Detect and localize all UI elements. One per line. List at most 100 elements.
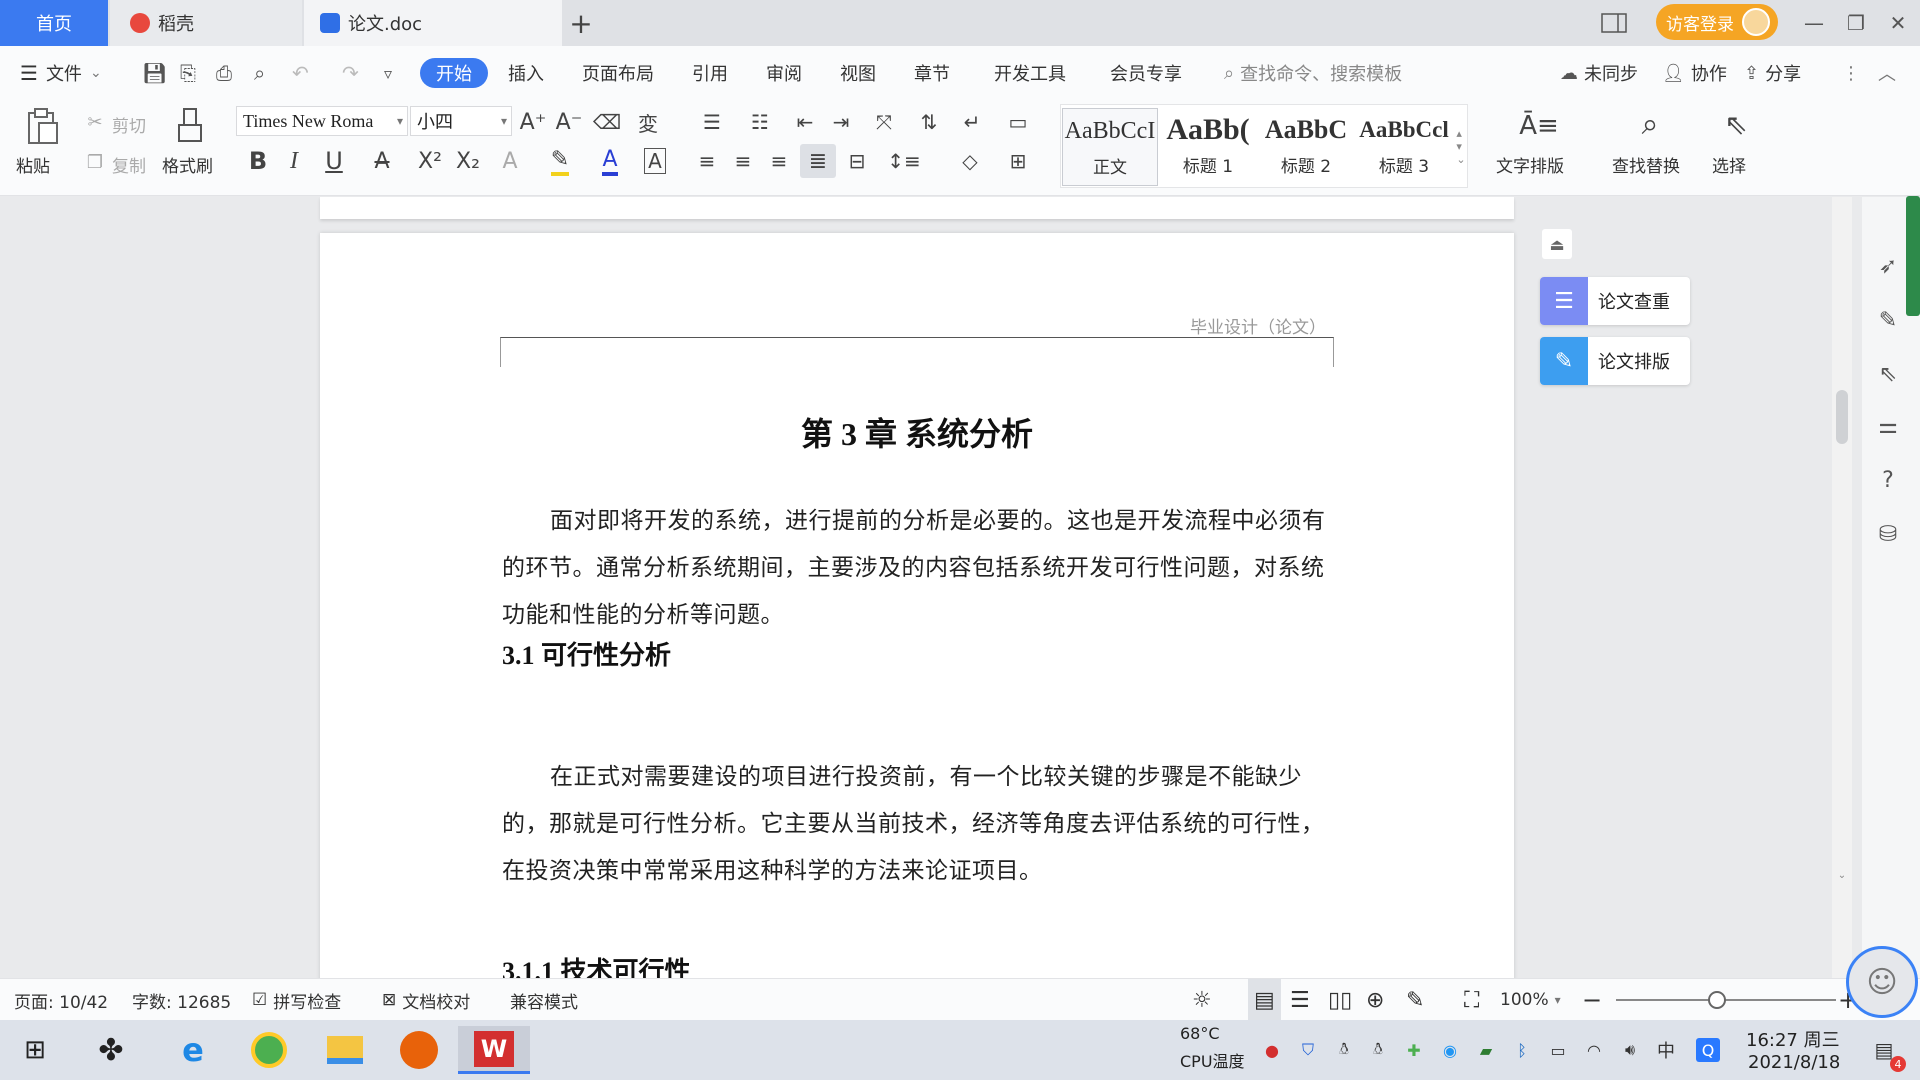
nvidia-icon[interactable]: ▰ <box>1474 1038 1498 1062</box>
search-icon[interactable]: ⌕ <box>1630 104 1670 144</box>
save-icon[interactable]: 💾︎ <box>142 46 167 100</box>
zoom-out-icon[interactable]: − <box>1582 979 1602 1021</box>
redo-icon[interactable]: ↷ <box>342 46 359 100</box>
write-view-icon[interactable]: ✎ <box>1406 979 1424 1021</box>
tray-browser-icon[interactable]: ◉ <box>1438 1038 1462 1062</box>
font-size-select[interactable]: 小四 ▾ <box>410 106 512 136</box>
undo-icon[interactable]: ↶ <box>292 46 309 100</box>
text-effect-icon[interactable]: A <box>490 146 530 176</box>
increase-indent-icon[interactable]: ⇥ <box>826 108 856 136</box>
clock-date[interactable]: 2021/8/18 <box>1748 1052 1840 1073</box>
phonetic-guide-icon[interactable]: 変 <box>628 108 668 136</box>
tray-plus-icon[interactable]: ✚ <box>1402 1038 1426 1062</box>
help-icon[interactable]: ? <box>1872 464 1904 496</box>
export-icon[interactable]: ⎘ <box>180 46 196 100</box>
qq-icon[interactable]: 🐧︎ <box>1366 1038 1390 1062</box>
vertical-scrollbar[interactable] <box>1832 197 1852 978</box>
copy-button[interactable]: 复制 <box>112 152 146 177</box>
text-direction-icon[interactable]: ⤧ <box>864 108 904 136</box>
backup-icon[interactable]: ⛁ <box>1872 518 1904 550</box>
cursor-icon[interactable]: ⇖ <box>1718 104 1754 144</box>
borders-icon[interactable]: ⊞ <box>998 146 1038 176</box>
share-button[interactable]: ⇪ 分享 <box>1744 46 1801 100</box>
style-heading-3[interactable]: AaBbCcl 标题 3 <box>1356 108 1452 186</box>
highlight-icon[interactable]: ✎ <box>540 146 580 176</box>
window-layout-icon[interactable] <box>1594 6 1634 40</box>
collapse-ribbon-icon[interactable]: ︿ <box>1878 46 1896 100</box>
pinwheel-app-icon[interactable]: ✤ <box>84 1026 138 1074</box>
tab-devtools[interactable]: 开发工具 <box>994 46 1066 100</box>
justify-icon[interactable]: ≣ <box>800 144 836 178</box>
close-icon[interactable]: ✕ <box>1878 6 1918 40</box>
security-shield-icon[interactable]: ⛉ <box>1296 1038 1320 1062</box>
tab-chapter[interactable]: 章节 <box>914 46 950 100</box>
unsync-button[interactable]: ☁ 未同步 <box>1560 46 1638 100</box>
tab-page-layout[interactable]: 页面布局 <box>582 46 654 100</box>
line-spacing-icon[interactable]: ↕≡ <box>884 146 924 176</box>
zoom-slider-track[interactable] <box>1616 999 1836 1001</box>
page-indicator[interactable]: 页面: 10/42 <box>14 979 108 1021</box>
clear-format-icon[interactable]: ⌫ <box>592 108 622 136</box>
outline-view-icon[interactable]: ☰ <box>1290 979 1310 1021</box>
visitor-login-button[interactable]: 访客登录 <box>1656 4 1778 40</box>
new-tab-button[interactable]: + <box>566 0 596 46</box>
char-border-icon[interactable]: A <box>640 146 670 176</box>
ruler-icon[interactable]: ▭ <box>1002 108 1034 136</box>
find-replace-button[interactable]: 查找替换 <box>1612 152 1680 177</box>
style-heading-1[interactable]: AaBb( 标题 1 <box>1160 108 1256 186</box>
cut-button[interactable]: 剪切 <box>112 112 146 137</box>
cursor-icon[interactable]: ⇖ <box>1872 358 1904 390</box>
tab-home[interactable]: 首页 <box>0 0 108 46</box>
windows-start-icon[interactable]: ⊞ <box>8 1026 62 1074</box>
font-color-icon[interactable]: A <box>590 146 630 176</box>
strikethrough-icon[interactable]: A <box>362 146 402 176</box>
eye-protection-icon[interactable]: ☼ <box>1192 979 1212 1021</box>
tab-review[interactable]: 审阅 <box>766 46 802 100</box>
collab-button[interactable]: 👤︎ 协作 <box>1662 46 1727 100</box>
zoom-slider-thumb[interactable] <box>1708 991 1726 1009</box>
tab-reference[interactable]: 引用 <box>692 46 728 100</box>
qq-icon[interactable]: 🐧︎ <box>1332 1038 1356 1062</box>
tab-start[interactable]: 开始 <box>420 58 488 88</box>
print-icon[interactable]: ⎙ <box>216 46 232 100</box>
subscript-icon[interactable]: X₂ <box>452 146 484 176</box>
more-icon[interactable]: ⋮ <box>1842 46 1860 100</box>
tab-vip[interactable]: 会员专享 <box>1110 46 1182 100</box>
spell-check-button[interactable]: ☑ 拼写检查 <box>252 979 341 1021</box>
paste-icon[interactable] <box>22 106 62 146</box>
document-page[interactable]: 毕业设计（论文） 第 3 章 系统分析 面对即将开发的系统，进行提前的分析是必要… <box>320 233 1514 978</box>
ie-browser-icon[interactable]: e <box>166 1026 220 1074</box>
web-view-icon[interactable]: ⊕ <box>1366 979 1384 1021</box>
assistant-robot-icon[interactable]: ☺ <box>1846 946 1918 1018</box>
wifi-icon[interactable]: ◠ <box>1582 1038 1606 1062</box>
bold-icon[interactable]: B <box>244 146 272 176</box>
scroll-down-icon[interactable]: ⌄ <box>1836 870 1848 884</box>
paper-format-button[interactable]: ✎ 论文排版 <box>1540 337 1690 385</box>
align-center-icon[interactable]: ≡ <box>728 146 758 176</box>
tab-document[interactable]: 论文.doc <box>304 0 562 46</box>
style-heading-2[interactable]: AaBbC 标题 2 <box>1258 108 1354 186</box>
page-view-icon[interactable]: ▤ <box>1248 979 1281 1021</box>
wps-taskbar-icon[interactable]: W <box>458 1026 530 1074</box>
underline-icon[interactable]: U <box>314 146 354 176</box>
paper-check-button[interactable]: ☰ 论文查重 <box>1540 277 1690 325</box>
collapse-panel-icon[interactable]: ⏏ <box>1542 229 1572 259</box>
zoom-level[interactable]: 100% ▾ <box>1500 979 1561 1021</box>
style-gallery-scroll-icon[interactable]: ▴ ▾ ⌄ <box>1454 108 1468 184</box>
decrease-indent-icon[interactable]: ⇤ <box>790 108 820 136</box>
select-button[interactable]: 选择 <box>1712 152 1746 177</box>
media-player-icon[interactable] <box>392 1026 446 1074</box>
file-menu[interactable]: ☰ 文件 ⌄ <box>20 46 102 100</box>
restore-icon[interactable]: ❐ <box>1836 6 1876 40</box>
text-typeset-icon[interactable]: Ā≡ <box>1516 106 1562 146</box>
italic-icon[interactable]: I <box>280 146 308 176</box>
font-name-select[interactable]: Times New Roma ▾ <box>236 106 408 136</box>
bullet-list-icon[interactable]: ☰ <box>692 108 732 136</box>
proofread-button[interactable]: ⊠ 文档校对 <box>382 979 470 1021</box>
paste-button[interactable]: 粘贴 <box>16 152 50 177</box>
rocket-icon[interactable]: ➶ <box>1872 250 1904 282</box>
file-explorer-icon[interactable] <box>318 1026 372 1074</box>
word-count[interactable]: 字数: 12685 <box>132 979 231 1021</box>
reading-view-icon[interactable]: ▯▯ <box>1328 979 1352 1021</box>
superscript-icon[interactable]: X² <box>414 146 446 176</box>
